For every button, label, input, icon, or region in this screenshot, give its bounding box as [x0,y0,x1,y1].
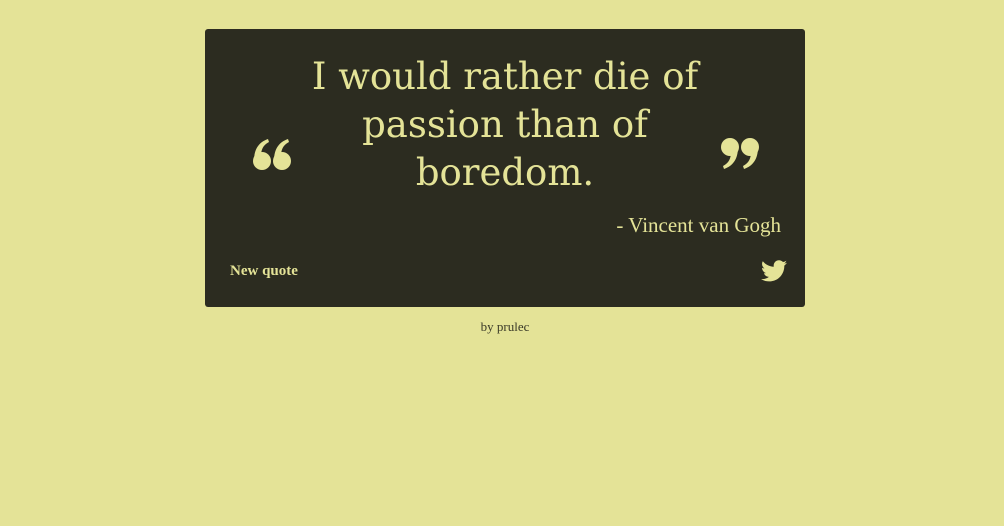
footer-prefix: by [480,319,494,334]
new-quote-button[interactable]: New quote [230,260,298,282]
close-quote-icon [719,137,759,171]
footer-credit: by prulec [0,318,1004,336]
footer-author-link[interactable]: prulec [497,319,529,334]
open-quote-icon [253,137,293,171]
quote-author: - Vincent van Gogh [616,213,781,237]
quote-text: I would rather die of passion than of bo… [311,55,699,194]
twitter-icon[interactable] [761,260,787,282]
quote-card: I would rather die of passion than of bo… [205,29,805,307]
